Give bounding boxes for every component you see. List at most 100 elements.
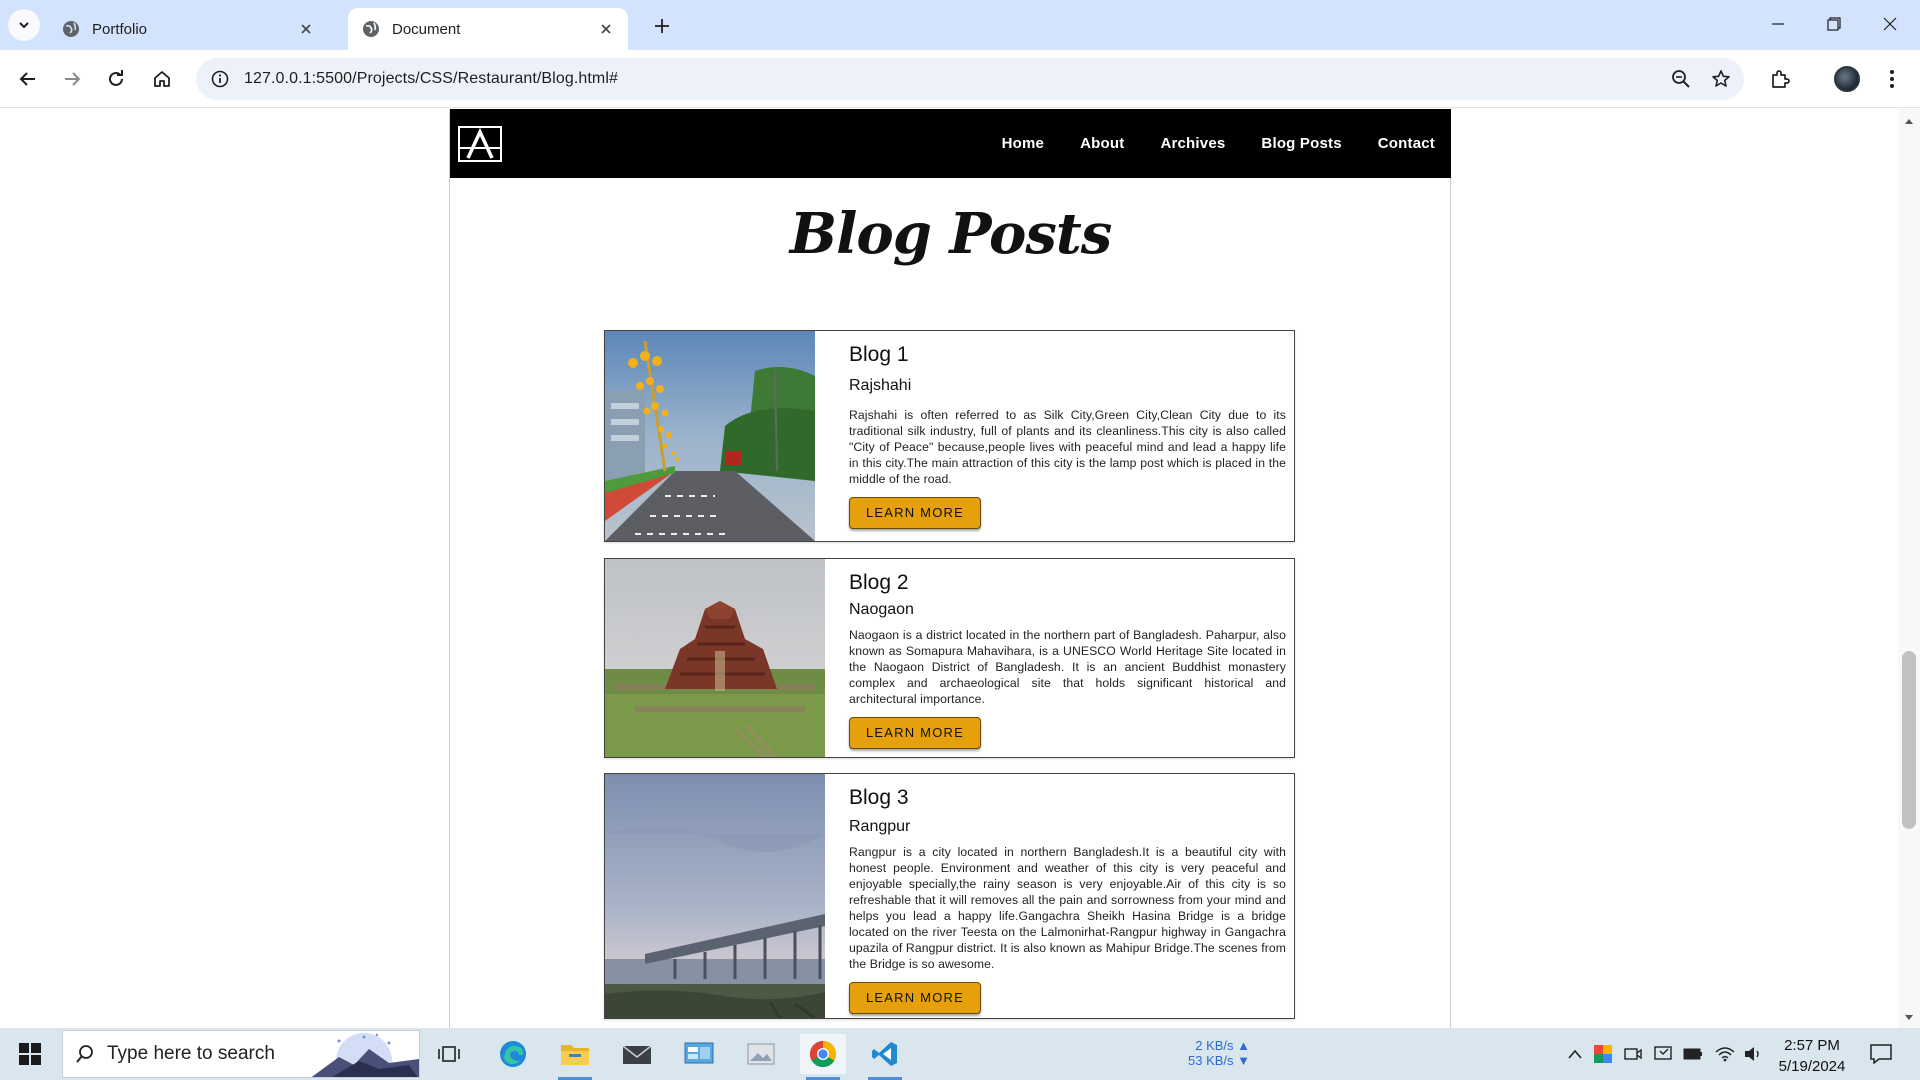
device-icon: [1654, 1046, 1672, 1060]
back-button[interactable]: [12, 63, 44, 95]
battery-status[interactable]: [1680, 1040, 1706, 1068]
tray-meet-icon[interactable]: [1620, 1040, 1646, 1068]
clock-time: 2:57 PM: [1784, 1037, 1840, 1054]
vscode-taskbar-button[interactable]: [862, 1034, 908, 1080]
blog-card: Blog 2 Naogaon Naogaon is a district loc…: [604, 558, 1295, 758]
site-logo[interactable]: A: [458, 126, 502, 162]
edge-taskbar-button[interactable]: [490, 1034, 536, 1074]
search-placeholder: Type here to search: [107, 1043, 275, 1064]
learn-more-button[interactable]: LEARN MORE: [849, 982, 981, 1014]
clock-date: 5/19/2024: [1778, 1058, 1846, 1075]
tab-portfolio[interactable]: Portfolio: [48, 8, 328, 50]
scrollbar-thumb[interactable]: [1902, 651, 1916, 829]
search-icon: [63, 1044, 107, 1064]
blog-title: Blog 1: [849, 343, 909, 366]
blog-body: Blog 1 Rajshahi Rajshahi is often referr…: [849, 331, 1286, 529]
notification-center-button[interactable]: [1866, 1040, 1896, 1068]
learn-more-button[interactable]: LEARN MORE: [849, 497, 981, 529]
url-text: 127.0.0.1:5500/Projects/CSS/Restaurant/B…: [244, 70, 619, 87]
blog-text: Naogaon is a district located in the nor…: [849, 628, 1286, 706]
home-icon: [154, 71, 170, 87]
blog-photo-rajshahi: [605, 331, 815, 541]
download-arrow-icon: ▼: [1237, 1053, 1251, 1068]
task-view-button[interactable]: [426, 1034, 472, 1074]
blog-title: Blog 2: [849, 571, 909, 594]
minimize-icon: [1772, 23, 1784, 25]
home-button[interactable]: [146, 63, 178, 95]
notification-icon: [1870, 1044, 1892, 1064]
blog-subtitle: Naogaon: [849, 601, 914, 618]
volume-control[interactable]: [1740, 1040, 1766, 1068]
minimize-button[interactable]: [1754, 6, 1802, 42]
chrome-icon: [809, 1040, 837, 1068]
browser-toolbar: 127.0.0.1:5500/Projects/CSS/Restaurant/B…: [0, 50, 1920, 108]
scroll-down-arrow-icon[interactable]: [1903, 1012, 1915, 1024]
plus-icon: [655, 19, 669, 33]
reload-button[interactable]: [100, 63, 132, 95]
blog-card: Blog 1 Rajshahi Rajshahi is often referr…: [604, 330, 1295, 542]
image-viewer-taskbar-button[interactable]: [738, 1034, 784, 1074]
nav-archives[interactable]: Archives: [1160, 135, 1225, 152]
nav-home[interactable]: Home: [1002, 135, 1044, 152]
chevron-up-icon: [1568, 1049, 1582, 1059]
wifi-status[interactable]: [1712, 1040, 1738, 1068]
file-explorer-taskbar-button[interactable]: [552, 1034, 598, 1080]
speaker-icon: [1745, 1047, 1759, 1061]
more-vertical-icon: [1890, 70, 1894, 88]
globe-icon: [62, 20, 80, 38]
new-tab-button[interactable]: [648, 12, 676, 40]
search-highlight-image: [309, 1031, 419, 1077]
forward-button[interactable]: [56, 63, 88, 95]
tray-device-icon[interactable]: [1650, 1040, 1676, 1068]
color-grid-icon: [1594, 1045, 1612, 1063]
mail-taskbar-button[interactable]: [614, 1034, 660, 1074]
logo-letter: A: [480, 151, 481, 154]
profile-avatar[interactable]: [1834, 66, 1860, 92]
close-icon[interactable]: [594, 17, 618, 41]
nav-contact[interactable]: Contact: [1378, 135, 1435, 152]
taskbar-search-box[interactable]: Type here to search: [62, 1030, 420, 1078]
browser-tab-bar: Portfolio Document: [0, 0, 1920, 50]
address-bar[interactable]: 127.0.0.1:5500/Projects/CSS/Restaurant/B…: [196, 58, 1744, 100]
page-scrollbar[interactable]: [1898, 109, 1920, 1028]
nav-blog-posts[interactable]: Blog Posts: [1261, 135, 1341, 152]
site-container: A Home About Archives Blog Posts Contact…: [449, 109, 1451, 1028]
wifi-icon: [1715, 1047, 1735, 1062]
tab-search-button[interactable]: [8, 9, 40, 41]
image-viewer-icon: [747, 1043, 775, 1065]
learn-more-button[interactable]: LEARN MORE: [849, 717, 981, 749]
menu-button[interactable]: [1876, 63, 1908, 95]
blog-body: Blog 3 Rangpur Rangpur is a city located…: [849, 774, 1286, 1014]
arrow-left-icon: [19, 72, 35, 86]
restore-button[interactable]: [1810, 6, 1858, 42]
start-button[interactable]: [10, 1038, 50, 1070]
camera-icon: [1624, 1048, 1642, 1060]
zoom-icon[interactable]: [1664, 62, 1698, 96]
chrome-taskbar-button[interactable]: [800, 1034, 846, 1080]
blog-photo-rangpur: [605, 774, 825, 1018]
scroll-up-arrow-icon[interactable]: [1903, 115, 1915, 127]
blog-subtitle: Rangpur: [849, 818, 911, 835]
show-hidden-icons-button[interactable]: [1562, 1040, 1588, 1068]
battery-icon: [1683, 1048, 1702, 1060]
control-panel-taskbar-button[interactable]: [676, 1034, 722, 1074]
tray-app-icon[interactable]: [1590, 1040, 1616, 1068]
bookmark-star-icon[interactable]: [1704, 62, 1738, 96]
blog-title: Blog 3: [849, 786, 909, 809]
blog-body: Blog 2 Naogaon Naogaon is a district loc…: [849, 559, 1286, 749]
folder-icon: [561, 1045, 589, 1065]
close-icon[interactable]: [294, 17, 318, 41]
windows-taskbar: Type here to search 2 KB/s ▲ 53 KB/s ▼ 2…: [0, 1028, 1920, 1080]
arrow-right-icon: [65, 72, 81, 86]
nav-about[interactable]: About: [1080, 135, 1124, 152]
edge-icon: [500, 1041, 526, 1067]
close-window-button[interactable]: [1866, 6, 1914, 42]
taskbar-clock[interactable]: 2:57 PM 5/19/2024: [1774, 1035, 1850, 1077]
page-title: Blog Posts: [789, 201, 1113, 267]
upload-arrow-icon: ▲: [1237, 1038, 1251, 1053]
blog-card: Blog 3 Rangpur Rangpur is a city located…: [604, 773, 1295, 1019]
tab-document[interactable]: Document: [348, 8, 628, 50]
restore-icon: [1827, 17, 1841, 31]
extensions-button[interactable]: [1764, 63, 1796, 95]
site-info-icon[interactable]: [202, 61, 238, 97]
